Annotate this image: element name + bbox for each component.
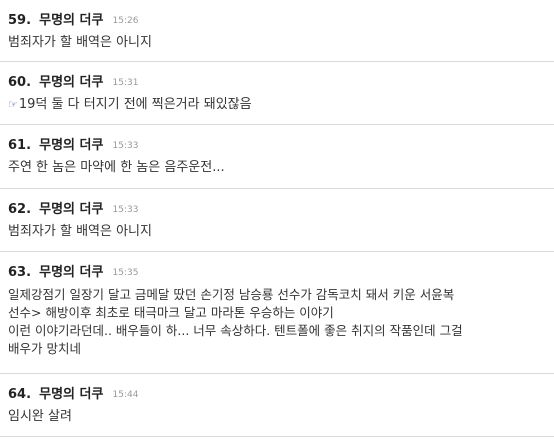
comment-number: 60.: [8, 75, 32, 90]
comment-time: 15:33: [112, 205, 139, 215]
comment-item: 59. 무명의 더쿠 15:26 범죄자가 할 배역은 아니지: [0, 0, 554, 62]
comment-text: 일제강점기 일장기 달고 금메달 땄던 손기정 남승룡 선수가 감독코치 돼서 …: [8, 287, 463, 356]
comment-author[interactable]: 무명의 더쿠: [39, 13, 103, 28]
comment-item: 60. 무명의 더쿠 15:31 ☞19덕 둘 다 터지기 전에 찍은거라 돼있…: [0, 62, 554, 125]
comment-time: 15:33: [112, 141, 139, 151]
comment-item: 62. 무명의 더쿠 15:33 범죄자가 할 배역은 아니지: [0, 189, 554, 252]
comment-author[interactable]: 무명의 더쿠: [39, 265, 103, 280]
comment-header: 63. 무명의 더쿠 15:35: [8, 261, 546, 281]
comment-text-content: 19덕 둘 다 터지기 전에 찍은거라 돼있잖음: [18, 97, 252, 112]
comment-time: 15:26: [112, 16, 139, 26]
comment-item: 64. 무명의 더쿠 15:44 임시완 살려: [0, 374, 554, 437]
comment-header: 62. 무명의 더쿠 15:33: [8, 198, 546, 218]
comment-text: 범죄자가 할 배역은 아니지: [8, 224, 152, 239]
comment-author[interactable]: 무명의 더쿠: [39, 138, 103, 153]
comment-number: 59.: [8, 13, 32, 28]
comment-time: 15:35: [112, 268, 139, 278]
comment-time: 15:44: [112, 390, 139, 400]
comment-number: 64.: [8, 387, 32, 402]
comment-header: 59. 무명의 더쿠 15:26: [8, 9, 546, 29]
comment-text: 주연 한 놈은 마약에 한 놈은 음주운전...: [8, 160, 225, 175]
comment-header: 61. 무명의 더쿠 15:33: [8, 134, 546, 154]
comment-number: 62.: [8, 202, 32, 217]
comment-number: 63.: [8, 265, 32, 280]
comment-author[interactable]: 무명의 더쿠: [39, 75, 103, 90]
comment-header: 60. 무명의 더쿠 15:31: [8, 71, 546, 91]
comment-item: 63. 무명의 더쿠 15:35 일제강점기 일장기 달고 금메달 땄던 손기정…: [0, 252, 554, 374]
comment-time: 15:31: [112, 78, 139, 88]
comment-text: ☞19덕 둘 다 터지기 전에 찍은거라 돼있잖음: [8, 96, 546, 114]
comment-text: 임시완 살려: [8, 409, 72, 424]
pointing-hand-icon: ☞: [8, 98, 18, 111]
comment-number: 61.: [8, 138, 32, 153]
comment-text: 범죄자가 할 배역은 아니지: [8, 35, 152, 50]
comment-list: 59. 무명의 더쿠 15:26 범죄자가 할 배역은 아니지 60. 무명의 …: [0, 0, 554, 437]
comment-author[interactable]: 무명의 더쿠: [39, 202, 103, 217]
comment-item: 61. 무명의 더쿠 15:33 주연 한 놈은 마약에 한 놈은 음주운전..…: [0, 125, 554, 189]
comment-author[interactable]: 무명의 더쿠: [39, 387, 103, 402]
comment-header: 64. 무명의 더쿠 15:44: [8, 383, 546, 403]
